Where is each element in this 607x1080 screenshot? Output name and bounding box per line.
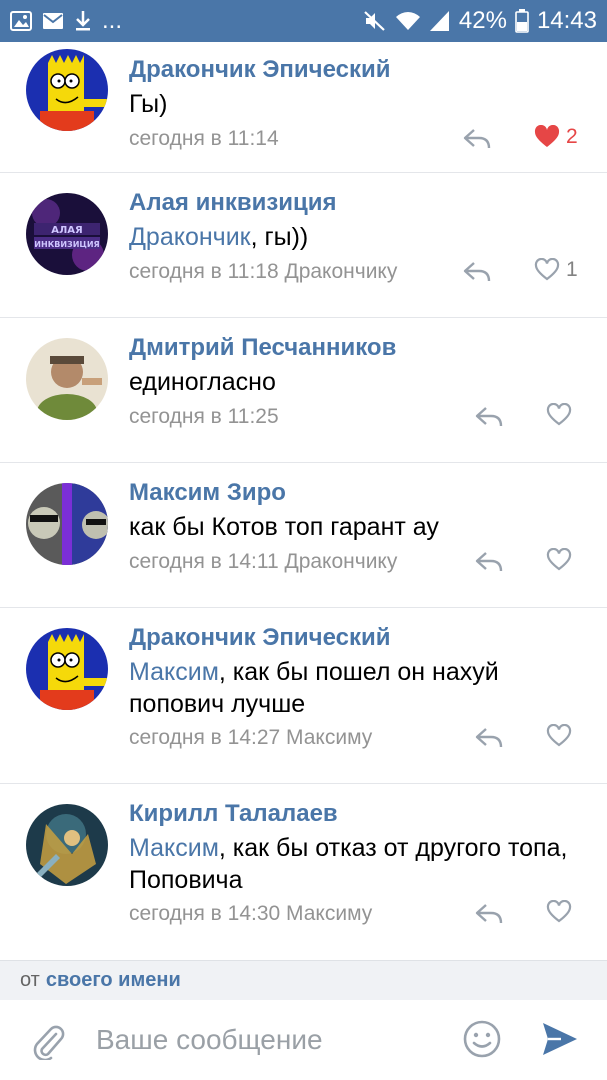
like-count: 2 — [566, 125, 578, 148]
mute-icon — [363, 10, 387, 32]
sender-link[interactable]: своего имени — [46, 969, 181, 992]
message-input[interactable]: Ваше сообщение — [96, 1024, 323, 1056]
heart-outline-icon — [546, 548, 572, 571]
reply-button[interactable] — [460, 124, 494, 154]
reply-icon — [475, 728, 503, 748]
battery-percent: 42% — [458, 7, 507, 34]
reply-icon — [475, 407, 503, 427]
comment-text: Максим, как бы пошел он нахуй попович лу… — [129, 656, 569, 720]
send-icon[interactable] — [541, 1020, 579, 1058]
reply-icon — [463, 262, 491, 282]
avatar[interactable] — [26, 628, 108, 710]
comment-item[interactable]: Максим Зиро как бы Котов топ гарант ау с… — [0, 463, 607, 608]
comment-text-body: Гы) — [129, 90, 168, 118]
battery-icon — [515, 9, 529, 33]
download-icon — [74, 10, 92, 32]
mention-link[interactable]: Максим — [129, 658, 219, 686]
reply-button[interactable] — [460, 257, 494, 287]
comment-author[interactable]: Дракончик Эпический — [129, 624, 390, 652]
like-button[interactable] — [546, 900, 572, 924]
comment-author[interactable]: Алая инквизиция — [129, 189, 337, 217]
wifi-icon — [395, 10, 421, 32]
comment-author[interactable]: Максим Зиро — [129, 479, 286, 507]
comment-meta: сегодня в 14:27 Максиму — [129, 726, 373, 749]
reply-icon — [463, 129, 491, 149]
comment-meta: сегодня в 11:25 — [129, 405, 279, 428]
svg-text:ИНКВИЗИЦИЯ: ИНКВИЗИЦИЯ — [34, 240, 99, 249]
heart-outline-icon — [534, 258, 560, 281]
sender-prefix: от — [20, 969, 40, 991]
comment-item[interactable]: Дмитрий Песчанников единогласно сегодня … — [0, 318, 607, 463]
comment-text: Максим, как бы отказ от другого топа, По… — [129, 832, 569, 896]
comment-list: Дракончик Эпический Гы) сегодня в 11:14 … — [0, 42, 607, 961]
like-button[interactable]: 2 — [534, 125, 578, 149]
comment-meta: сегодня в 14:30 Максиму — [129, 902, 373, 925]
like-button[interactable] — [546, 548, 572, 572]
clock: 14:43 — [536, 7, 597, 34]
status-right: 42% 14:43 — [363, 7, 597, 35]
avatar[interactable] — [26, 804, 108, 886]
comment-item[interactable]: АЛАЯ ИНКВИЗИЦИЯ Алая инквизиция Дракончи… — [0, 173, 607, 318]
mention-link[interactable]: Дракончик — [129, 223, 251, 251]
avatar[interactable] — [26, 483, 108, 565]
status-left-icons: ... — [10, 7, 122, 35]
comment-author[interactable]: Дракончик Эпический — [129, 56, 390, 84]
avatar[interactable] — [26, 49, 108, 131]
comment-text-body: как бы Котов топ гарант ау — [129, 513, 439, 541]
heart-outline-icon — [546, 403, 572, 426]
comment-text-body: единогласно — [129, 368, 276, 396]
comment-item[interactable]: Дракончик Эпический Гы) сегодня в 11:14 … — [0, 42, 607, 173]
like-count: 1 — [566, 258, 578, 281]
comment-author[interactable]: Кирилл Талалаев — [129, 800, 338, 828]
reply-icon — [475, 904, 503, 924]
heart-outline-icon — [546, 900, 572, 923]
more-dots-icon: ... — [102, 7, 123, 34]
comment-text: единогласно — [129, 366, 569, 398]
mention-link[interactable]: Максим — [129, 834, 219, 862]
like-button[interactable]: 1 — [534, 258, 578, 282]
comment-item[interactable]: Кирилл Талалаев Максим, как бы отказ от … — [0, 784, 607, 961]
svg-text:АЛАЯ: АЛАЯ — [51, 225, 82, 236]
comment-meta: сегодня в 11:14 — [129, 127, 279, 150]
like-button[interactable] — [546, 724, 572, 748]
avatar[interactable] — [26, 338, 108, 420]
heart-filled-icon — [534, 125, 560, 147]
reply-button[interactable] — [472, 723, 506, 753]
comment-text-body: , гы)) — [250, 223, 309, 251]
reply-button[interactable] — [472, 547, 506, 577]
mail-icon — [42, 12, 64, 30]
comment-text: Дракончик, гы)) — [129, 221, 569, 253]
reply-icon — [475, 552, 503, 572]
comment-item[interactable]: Дракончик Эпический Максим, как бы пошел… — [0, 608, 607, 784]
image-icon — [10, 11, 32, 31]
heart-outline-icon — [546, 724, 572, 747]
comment-text: как бы Котов топ гарант ау — [129, 511, 569, 543]
status-bar: ... 42% 14:43 — [0, 0, 607, 42]
comment-text: Гы) — [129, 88, 569, 120]
comment-meta: сегодня в 11:18 Дракончику — [129, 260, 398, 283]
like-button[interactable] — [546, 403, 572, 427]
sender-selector[interactable]: от своего имени — [0, 960, 607, 1000]
comment-author[interactable]: Дмитрий Песчанников — [129, 334, 396, 362]
emoji-icon[interactable] — [463, 1020, 501, 1058]
comment-meta: сегодня в 14:11 Дракончику — [129, 550, 398, 573]
message-composer: Ваше сообщение — [0, 1000, 607, 1080]
reply-button[interactable] — [472, 402, 506, 432]
signal-icon — [429, 10, 451, 32]
avatar[interactable]: АЛАЯ ИНКВИЗИЦИЯ — [26, 193, 108, 275]
reply-button[interactable] — [472, 899, 506, 929]
attach-icon[interactable] — [30, 1022, 66, 1060]
